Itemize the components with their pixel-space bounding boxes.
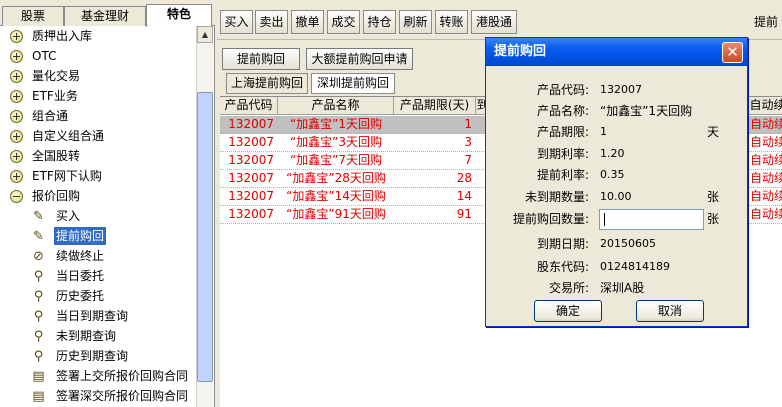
buy-button[interactable]: 买入	[220, 10, 253, 34]
label-unmatured-qty: 未到期数量:	[524, 190, 589, 204]
buy-icon: ✎	[33, 209, 44, 224]
early-buyback-dialog: 提前购回 ✕ 产品代码: 132007 产品名称: “加鑫宝”1天回购 产品期限…	[485, 37, 748, 327]
left-navigation-panel: 股票 基金理财 特色 质押出入库 OTC 量化交易 ETF业务 组合通 自定义组…	[0, 0, 215, 407]
value-product-code: 132007	[600, 83, 642, 96]
unit-pieces: 张	[707, 190, 720, 204]
label-early-rate: 提前利率:	[536, 168, 589, 182]
deals-button[interactable]: 成交	[327, 10, 360, 34]
value-term: 1	[600, 125, 607, 138]
page-title: 提前	[753, 15, 778, 29]
value-maturity-date: 20150605	[600, 237, 656, 250]
label-product-code: 产品代码:	[536, 83, 589, 97]
expand-icon[interactable]	[10, 110, 23, 123]
tree-scrollbar[interactable]: ▲	[196, 26, 213, 407]
expand-icon[interactable]	[10, 30, 23, 43]
label-term: 产品期限:	[536, 125, 589, 139]
magnifier-icon: ⚲	[33, 289, 44, 304]
label-maturity-date: 到期日期:	[536, 237, 589, 251]
tab-special[interactable]: 特色	[146, 4, 212, 27]
unit-pieces: 张	[707, 212, 720, 226]
unit-days: 天	[707, 125, 720, 139]
dialog-title[interactable]: 提前购回	[486, 38, 747, 66]
function-tree: 质押出入库 OTC 量化交易 ETF业务 组合通 自定义组合通 全国股转 ETF…	[0, 26, 196, 407]
left-tab-bar: 股票 基金理财 特色	[0, 0, 215, 27]
hk-connect-button[interactable]: 港股通	[471, 10, 517, 34]
expand-icon[interactable]	[10, 130, 23, 143]
column-header-code[interactable]: 产品代码	[220, 97, 278, 115]
label-exchange: 交易所:	[548, 281, 589, 295]
renew-stop-icon: ⊘	[33, 249, 44, 264]
magnifier-icon: ⚲	[33, 349, 44, 364]
column-header-auto[interactable]: 自动续	[748, 97, 782, 115]
large-early-buyback-button[interactable]: 大额提前购回申请	[306, 48, 413, 70]
expand-icon[interactable]	[10, 50, 23, 63]
buyback-quantity-input[interactable]	[599, 209, 704, 230]
trade-toolbar: 买入 卖出 撤单 成交 持仓 刷新 转账 港股通 提前	[217, 0, 782, 40]
tab-shenzhen[interactable]: 深圳提前购回	[311, 73, 395, 94]
value-product-name: “加鑫宝”1天回购	[600, 104, 693, 118]
transfer-button[interactable]: 转账	[435, 10, 468, 34]
label-shareholder-code: 股东代码:	[536, 260, 589, 274]
cancel-button[interactable]: 取消	[636, 300, 704, 322]
value-early-rate: 0.35	[600, 168, 625, 181]
value-unmatured-qty: 10.00	[600, 190, 632, 203]
tab-funds[interactable]: 基金理财	[64, 6, 146, 26]
scroll-thumb[interactable]	[197, 92, 213, 382]
label-buyback-qty: 提前购回数量:	[512, 212, 589, 226]
collapse-icon[interactable]	[10, 190, 23, 203]
value-maturity-rate: 1.20	[600, 147, 625, 160]
sell-button[interactable]: 卖出	[255, 10, 288, 34]
text-caret	[604, 213, 605, 226]
value-shareholder-code: 0124814189	[600, 260, 670, 273]
document-icon: ▤	[32, 389, 45, 404]
positions-button[interactable]: 持仓	[363, 10, 396, 34]
magnifier-icon: ⚲	[33, 329, 44, 344]
expand-icon[interactable]	[10, 90, 23, 103]
magnifier-icon: ⚲	[33, 309, 44, 324]
expand-icon[interactable]	[10, 70, 23, 83]
expand-icon[interactable]	[10, 170, 23, 183]
early-buyback-button[interactable]: 提前购回	[222, 48, 300, 70]
buy-back-icon: ✎	[33, 229, 44, 244]
expand-icon[interactable]	[10, 150, 23, 163]
cancel-order-button[interactable]: 撤单	[291, 10, 324, 34]
column-header-name[interactable]: 产品名称	[278, 97, 394, 115]
tab-stocks[interactable]: 股票	[2, 6, 64, 26]
magnifier-icon: ⚲	[33, 269, 44, 284]
value-exchange: 深圳A股	[600, 281, 645, 295]
scroll-up-icon[interactable]: ▲	[197, 26, 213, 43]
confirm-button[interactable]: 确定	[534, 300, 602, 322]
close-icon[interactable]: ✕	[722, 42, 743, 63]
column-header-term[interactable]: 产品期限(天)	[394, 97, 476, 115]
document-icon: ▤	[32, 369, 45, 384]
label-maturity-rate: 到期利率:	[536, 147, 589, 161]
label-product-name: 产品名称:	[536, 104, 589, 118]
refresh-button[interactable]: 刷新	[399, 10, 432, 34]
tab-shanghai[interactable]: 上海提前购回	[226, 73, 308, 94]
